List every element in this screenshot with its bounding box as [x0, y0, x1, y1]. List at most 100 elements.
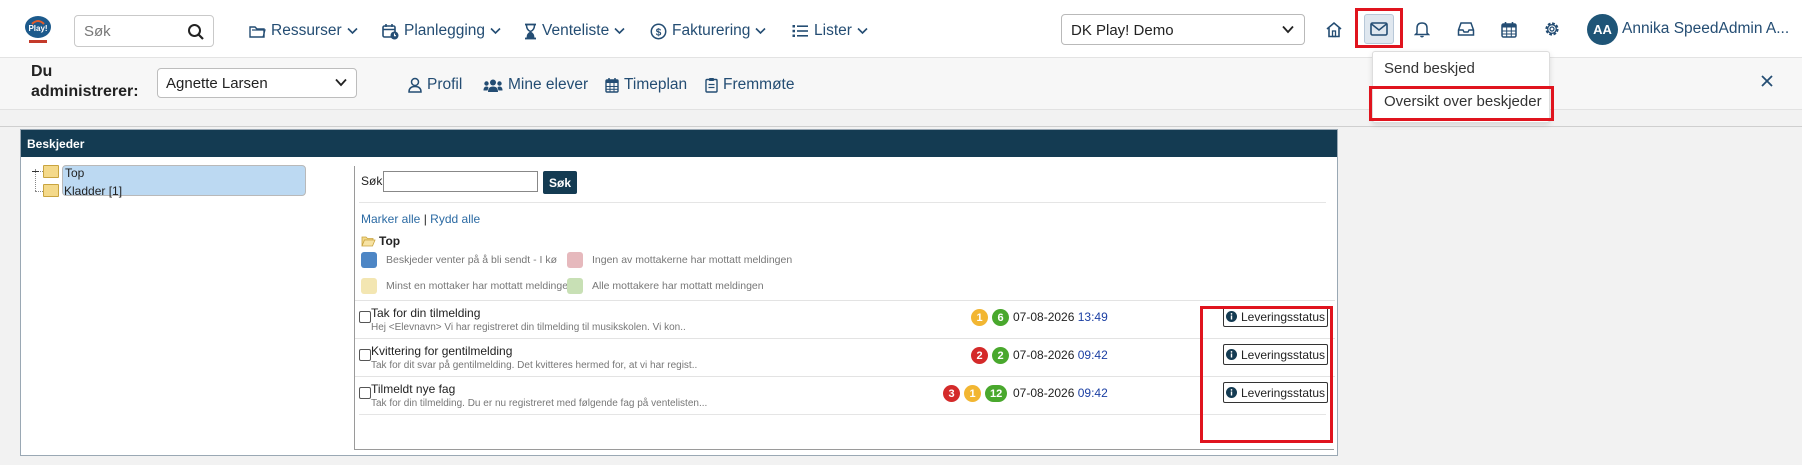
message-row[interactable]: Tak for din tilmelding Hej <Elevnavn> Vi…: [355, 300, 1335, 343]
message-subject[interactable]: Tak for din tilmelding: [371, 306, 480, 320]
nav-lister[interactable]: Lister: [792, 20, 868, 42]
folder-icon: [249, 25, 266, 38]
message-list-pane: Søk Søk Marker alle | Rydd alle Top Besk…: [354, 166, 1335, 450]
message-time: 09:42: [1077, 348, 1108, 362]
school-select-value: DK Play! Demo: [1071, 22, 1174, 39]
current-folder: Top: [361, 234, 400, 248]
nav-planlegging[interactable]: Planlegging: [382, 20, 501, 42]
legend-none-received: Ingen av mottakerne har mottatt meldinge…: [592, 254, 793, 266]
status-badge: 2: [992, 347, 1009, 364]
current-folder-label: Top: [379, 234, 401, 248]
search-button[interactable]: Søk: [543, 171, 577, 194]
chevron-down-icon: [335, 78, 347, 87]
folder-tree: Top Kladder [1]: [29, 164, 347, 450]
message-checkbox[interactable]: [359, 387, 371, 399]
message-preview: Hej <Elevnavn> Vi har registreret din ti…: [371, 322, 686, 333]
chevron-down-icon: [1282, 25, 1294, 34]
global-search-input[interactable]: Søk: [74, 15, 214, 47]
timeplan-link-label: Timeplan: [624, 76, 688, 93]
folder-icon: [43, 165, 59, 178]
divider: [359, 414, 1326, 415]
status-badge: 3: [943, 385, 960, 402]
envelope-icon: [1370, 22, 1388, 36]
message-date: 07-08-2026: [1013, 348, 1075, 362]
message-datetime: 07-08-2026 09:42: [1013, 348, 1108, 362]
clear-all-link[interactable]: Rydd alle: [430, 212, 480, 226]
message-datetime: 07-08-2026 13:49: [1013, 310, 1108, 324]
nav-planlegging-label: Planlegging: [404, 22, 486, 39]
delivery-status-button[interactable]: Leveringsstatus: [1223, 344, 1328, 365]
close-icon[interactable]: [1760, 74, 1774, 88]
timeplan-link[interactable]: Timeplan: [605, 76, 687, 94]
student-select[interactable]: Agnette Larsen: [157, 68, 357, 98]
info-icon: [1225, 349, 1237, 360]
play-logo-icon[interactable]: Play!: [20, 12, 56, 48]
hourglass-icon: [525, 23, 536, 39]
nav-fakturering[interactable]: $ Fakturering: [650, 20, 766, 42]
delivery-status-button[interactable]: Leveringsstatus: [1223, 382, 1328, 403]
chevron-down-icon: [614, 27, 625, 35]
user-icon: [408, 77, 422, 93]
message-subject[interactable]: Kvittering for gentilmelding: [371, 344, 512, 358]
message-time: 09:42: [1077, 386, 1108, 400]
menu-item-message-overview[interactable]: Oversikt over beskjeder: [1384, 93, 1542, 110]
message-preview: Tak for din tilmelding. Du er nu registr…: [371, 398, 708, 409]
calendar-icon: [605, 78, 619, 93]
mine-elever-link[interactable]: Mine elever: [483, 76, 588, 94]
open-folder-icon: [361, 236, 376, 247]
status-badge: 1: [964, 385, 981, 402]
calendar-clock-icon: [382, 23, 399, 39]
select-all-link[interactable]: Marker alle: [361, 212, 420, 226]
chevron-down-icon: [490, 27, 501, 35]
message-row[interactable]: Kvittering for gentilmelding Tak for dit…: [355, 338, 1335, 381]
profil-link-label: Profil: [427, 76, 463, 93]
messages-dropdown-menu: Send beskjed Oversikt over beskjeder: [1372, 51, 1550, 123]
message-date: 07-08-2026: [1013, 386, 1075, 400]
message-preview: Tak for dit svar på gentilmelding. Det k…: [371, 360, 698, 371]
fremmote-link-label: Fremmøte: [723, 76, 795, 93]
divider: [359, 202, 1326, 203]
message-checkbox[interactable]: [359, 311, 371, 323]
message-checkbox[interactable]: [359, 349, 371, 361]
settings-button[interactable]: [1537, 14, 1567, 44]
delivery-status-button[interactable]: Leveringsstatus: [1223, 306, 1328, 327]
delivery-status-label: Leveringsstatus: [1240, 385, 1326, 400]
message-datetime: 07-08-2026 09:42: [1013, 386, 1108, 400]
message-subject[interactable]: Tilmeldt nye fag: [371, 382, 455, 396]
user-name[interactable]: Annika SpeedAdmin A...: [1622, 20, 1789, 38]
school-select[interactable]: DK Play! Demo: [1061, 14, 1305, 45]
student-select-value: Agnette Larsen: [166, 75, 268, 92]
collapse-icon[interactable]: [32, 168, 39, 175]
nav-ressurser[interactable]: Ressurser: [249, 20, 358, 42]
folder-icon: [43, 184, 59, 197]
dollar-circle-icon: $: [650, 23, 667, 39]
legend-queued: Beskjeder venter på å bli sendt - I kø: [386, 254, 557, 266]
link-separator: |: [423, 212, 427, 226]
search-icon[interactable]: [187, 23, 205, 41]
home-icon: [1326, 21, 1342, 37]
beskjeder-panel: Beskjeder Top Kladder [1] Søk Søk Marker…: [20, 129, 1338, 456]
notifications-button[interactable]: [1407, 14, 1437, 44]
messages-button[interactable]: [1364, 14, 1394, 44]
nav-venteliste[interactable]: Venteliste: [524, 20, 625, 42]
nav-fakturering-label: Fakturering: [672, 22, 751, 39]
administering-label-line1: Du: [31, 63, 53, 80]
chevron-down-icon: [755, 27, 766, 35]
message-row[interactable]: Tilmeldt nye fag Tak for din tilmelding.…: [355, 376, 1335, 419]
user-avatar[interactable]: AA: [1587, 14, 1618, 45]
menu-item-send-message[interactable]: Send beskjed: [1384, 60, 1475, 77]
legend-swatch-all-received: [567, 278, 583, 294]
tree-item-kladder[interactable]: Kladder [1]: [64, 184, 122, 198]
inbox-button[interactable]: [1451, 14, 1481, 44]
legend-swatch-queued: [361, 252, 377, 268]
message-search-input[interactable]: [383, 171, 538, 192]
profil-link[interactable]: Profil: [408, 76, 462, 94]
administering-label-line2: administrerer:: [31, 83, 139, 100]
gear-icon: [1545, 22, 1559, 36]
fremmote-link[interactable]: Fremmøte: [705, 76, 794, 94]
legend-swatch-none-received: [567, 252, 583, 268]
nav-ressurser-label: Ressurser: [271, 22, 342, 39]
home-button[interactable]: [1319, 14, 1349, 44]
svg-text:$: $: [656, 27, 662, 38]
calendar-button[interactable]: [1494, 14, 1524, 44]
